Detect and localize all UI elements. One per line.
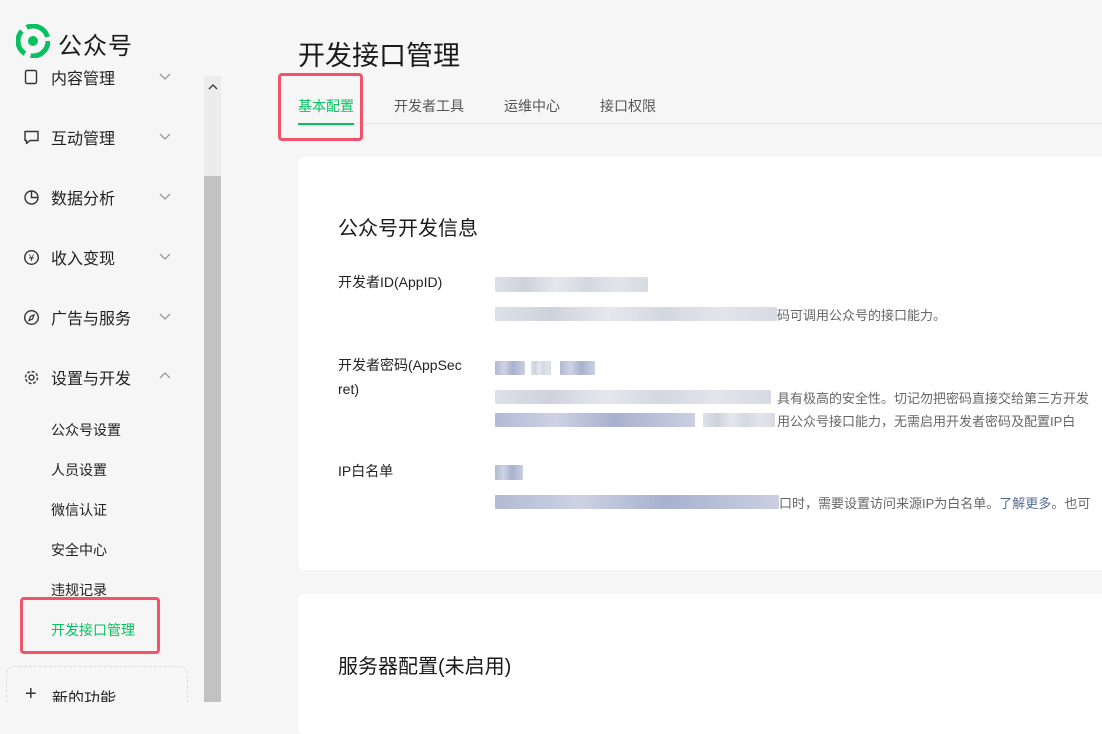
sidebar-highlight-box (20, 597, 160, 654)
chevron-down-icon (159, 193, 171, 200)
sidebar-subitem-account-settings[interactable]: 公众号设置 (51, 420, 121, 440)
new-feature-label: 新的功能 (52, 691, 117, 702)
appsecret-desc-redacted (495, 413, 695, 427)
sidebar-item-label: 广告与服务 (51, 311, 132, 328)
logo[interactable]: 公众号 (15, 23, 133, 63)
chevron-down-icon (159, 253, 171, 260)
ip-whitelist-desc-redacted (495, 495, 779, 509)
chat-icon (22, 128, 40, 146)
ip-whitelist-value-redacted (495, 465, 523, 480)
sidebar-item-ads-services[interactable]: 广告与服务 (22, 302, 182, 332)
tab-developer-tools[interactable]: 开发者工具 (394, 96, 464, 124)
appsecret-value-redacted (560, 361, 595, 375)
appid-label: 开发者ID(AppID) (338, 274, 443, 290)
pie-chart-icon (22, 188, 40, 206)
document-icon (22, 68, 40, 86)
tab-bar: 基本配置 开发者工具 运维中心 接口权限 (298, 96, 1102, 125)
plus-icon: + (25, 683, 37, 702)
ip-whitelist-label: IP白名单 (338, 463, 394, 479)
appsecret-description-1: 具有极高的安全性。切记勿把密码直接交给第三方开发 (777, 391, 1090, 406)
chevron-down-icon (159, 133, 171, 140)
server-config-title: 服务器配置(未启用) (338, 656, 512, 678)
sidebar-item-label: 内容管理 (51, 71, 116, 88)
wechat-official-account-logo-icon (15, 23, 51, 63)
chevron-down-icon (159, 313, 171, 320)
appid-desc-redacted (495, 307, 777, 321)
appsecret-desc-redacted (703, 413, 775, 427)
sidebar-subitem-wechat-verification[interactable]: 微信认证 (51, 500, 107, 520)
sidebar-subitem-people-settings[interactable]: 人员设置 (51, 460, 107, 480)
sidebar-item-label: 数据分析 (51, 191, 116, 208)
gear-icon (22, 368, 40, 386)
appid-value-redacted (495, 277, 648, 292)
appsecret-label-line1: 开发者密码(AppSec (338, 357, 462, 373)
sidebar-scrollbar-thumb[interactable] (204, 176, 221, 702)
compass-icon (22, 308, 40, 326)
appsecret-label-line2: ret) (338, 381, 359, 397)
sidebar-item-label: 收入变现 (51, 251, 116, 268)
new-feature-button[interactable]: + 新的功能 (6, 666, 188, 702)
ip-whitelist-description: 口时，需要设置访问来源IP为白名单。了解更多。也可 (779, 496, 1091, 511)
sidebar-item-label: 设置与开发 (51, 371, 132, 388)
app-name: 公众号 (58, 32, 133, 60)
page-title: 开发接口管理 (298, 41, 460, 71)
chevron-up-icon (159, 372, 171, 379)
sidebar-item-monetization[interactable]: ¥ 收入变现 (22, 242, 182, 272)
tab-highlight-box (278, 73, 363, 141)
yen-circle-icon: ¥ (22, 248, 40, 266)
sidebar: 公众号 内容管理 互动管理 数据分析 ¥ 收入变现 广告与服务 设置与开发 公众… (0, 0, 221, 702)
scroll-up-arrow-icon[interactable] (204, 78, 221, 96)
sidebar-item-interaction[interactable]: 互动管理 (22, 122, 182, 152)
svg-text:¥: ¥ (28, 254, 34, 264)
dev-info-card: 公众号开发信息 开发者ID(AppID) 码可调用公众号的接口能力。 开发者密码… (298, 157, 1102, 570)
tab-interface-permissions[interactable]: 接口权限 (600, 96, 656, 124)
appid-description: 码可调用公众号的接口能力。 (777, 308, 947, 323)
server-config-card: 服务器配置(未启用) (298, 594, 1102, 734)
main-content: 开发接口管理 基本配置 开发者工具 运维中心 接口权限 公众号开发信息 开发者I… (221, 0, 1102, 734)
learn-more-link[interactable]: 了解更多 (999, 496, 1051, 511)
chevron-down-icon (159, 73, 171, 80)
sidebar-item-data-analysis[interactable]: 数据分析 (22, 182, 182, 212)
appsecret-desc-redacted (495, 390, 771, 404)
tab-ops-center[interactable]: 运维中心 (504, 96, 560, 124)
sidebar-subitem-security-center[interactable]: 安全中心 (51, 540, 107, 560)
sidebar-item-settings-dev[interactable]: 设置与开发 (22, 362, 182, 392)
dev-info-title: 公众号开发信息 (338, 218, 478, 240)
appsecret-description-2: 用公众号接口能力，无需启用开发者密码及配置IP白 (777, 414, 1076, 429)
appsecret-value-redacted (495, 361, 525, 375)
sidebar-item-label: 互动管理 (51, 131, 116, 148)
sidebar-item-content-management[interactable]: 内容管理 (22, 62, 182, 92)
appsecret-value-redacted (531, 361, 551, 375)
